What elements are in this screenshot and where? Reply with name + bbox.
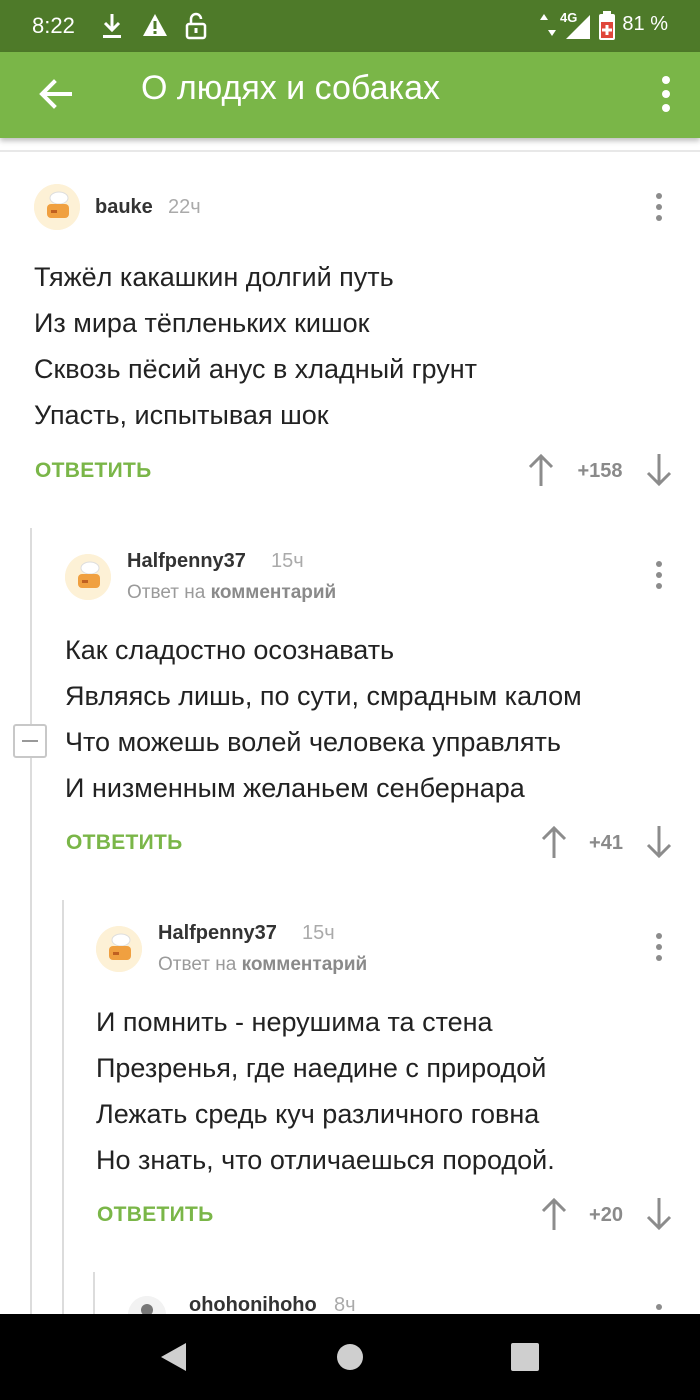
comment-line: Из мира тёпленьких кишок [34,308,370,338]
avatar[interactable] [65,554,111,600]
comment-line: Но знать, что отличаешься породой. [96,1145,555,1175]
comment-line: И помнить - нерушима та стена [96,1007,493,1037]
comment-line: Как сладостно осознавать [65,635,395,665]
comment-time: 22ч [168,196,201,218]
comment-body: И помнить - нерушима та стена Презренья,… [96,999,555,1183]
comment-line: Сквозь пёсий анус в хладный грунт [34,354,478,384]
avatar-image [65,554,111,600]
comment-line: Упасть, испытывая шок [34,400,329,430]
avatar[interactable] [96,926,142,972]
download-icon [103,14,121,38]
back-triangle-icon[interactable] [158,1341,190,1373]
reply-to-link[interactable]: комментарий [242,954,368,975]
thread-line-level-1 [30,528,32,1314]
avatar-image [96,926,142,972]
downvote-arrow-icon[interactable] [646,1197,672,1231]
reply-to-prefix: Ответ на [127,582,206,603]
comment-menu-icon[interactable] [653,561,665,597]
collapse-thread-button[interactable] [13,724,47,758]
upvote-arrow-icon[interactable] [541,825,567,859]
comment-time: 15ч [271,550,304,572]
battery-percent: 81 % [622,13,668,35]
comment-username[interactable]: bauke [95,196,153,219]
upvote-arrow-icon[interactable] [528,453,554,487]
system-nav-bar [0,1314,700,1400]
app-bar: О людях и собаках [0,52,700,138]
reply-button[interactable]: ОТВЕТИТЬ [97,1203,214,1227]
reply-button[interactable]: ОТВЕТИТЬ [35,459,152,483]
reply-to-prefix: Ответ на [158,954,237,975]
comment-line: Тяжёл какашкин долгий путь [34,262,394,292]
battery-icon [599,11,615,40]
more-vertical-icon[interactable] [656,72,676,118]
status-time: 8:22 [32,13,75,38]
downvote-arrow-icon[interactable] [646,453,672,487]
data-arrows-icon [540,14,556,36]
comment-time: 15ч [302,922,335,944]
warning-icon [143,14,167,36]
comment-body: Как сладостно осознавать Являясь лишь, п… [65,627,582,811]
comment-username[interactable]: Halfpenny37 [127,550,246,573]
comment-line: Лежать средь куч различного говна [96,1099,540,1129]
recents-square-icon[interactable] [510,1342,540,1372]
thread-line-level-3 [93,1272,95,1314]
comment-line: И низменным желаньем сенбернара [65,773,525,803]
reply-to-label: Ответ на комментарий [158,954,367,976]
comment-menu-icon[interactable] [653,193,665,229]
upvote-arrow-icon[interactable] [541,1197,567,1231]
comment-body: Тяжёл какашкин долгий путь Из мира тёпле… [34,254,477,438]
comment-line: Презренья, где наедине с природой [96,1053,547,1083]
comment-line: Являясь лишь, по сути, смрадным калом [65,681,582,711]
home-circle-icon[interactable] [335,1342,365,1372]
reply-to-link[interactable]: комментарий [211,582,337,603]
reply-to-label: Ответ на комментарий [127,582,336,604]
downvote-arrow-icon[interactable] [646,825,672,859]
avatar-image [34,184,80,230]
avatar[interactable] [34,184,80,230]
thread-line-level-2 [62,900,64,1314]
comment-menu-icon[interactable] [653,933,665,969]
page-title: О людях и собаках [141,69,441,107]
unlock-icon [185,12,207,40]
status-bar: 8:22 4G 81 % [0,0,700,52]
comment-username[interactable]: Halfpenny37 [158,922,277,945]
comment-line: Что можешь волей человека управлять [65,727,561,757]
comment-score: +158 [577,460,623,482]
comment-score: +20 [589,1204,623,1226]
header-divider [0,150,700,152]
arrow-left-icon[interactable] [36,74,76,114]
signal-icon [566,15,590,39]
reply-button[interactable]: ОТВЕТИТЬ [66,831,183,855]
comment-score: +41 [589,832,623,854]
